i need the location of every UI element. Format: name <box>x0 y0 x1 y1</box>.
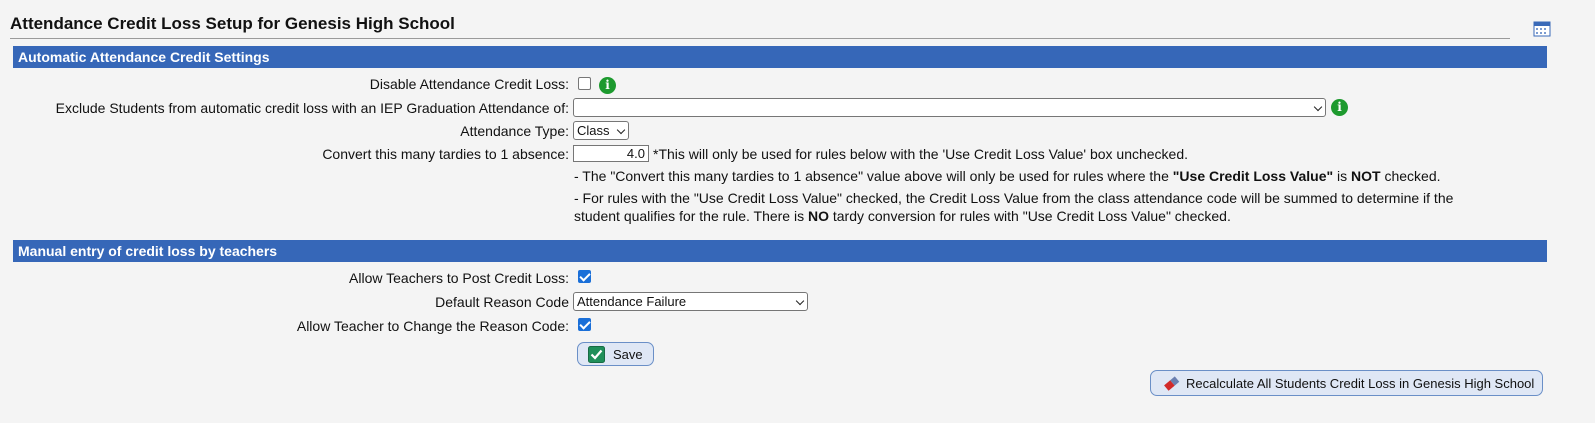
attendance-type-value: Class <box>577 123 610 138</box>
allow-post-checkbox[interactable] <box>578 270 591 283</box>
eraser-icon <box>1164 376 1180 391</box>
chevron-down-icon <box>616 125 626 135</box>
chevron-down-icon <box>795 296 805 306</box>
recalculate-button-label: Recalculate All Students Credit Loss in … <box>1186 376 1535 391</box>
default-reason-value: Attendance Failure <box>577 294 687 309</box>
note-tardy-conversion: - The "Convert this many tardies to 1 ab… <box>574 168 1441 184</box>
recalculate-button[interactable]: Recalculate All Students Credit Loss in … <box>1150 370 1543 396</box>
note-credit-loss-value-line2: student qualifies for the rule. There is… <box>574 208 1231 224</box>
info-icon[interactable]: i <box>599 77 616 94</box>
default-reason-label: Default Reason Code <box>435 294 569 310</box>
info-icon[interactable]: i <box>1331 99 1348 116</box>
save-button[interactable]: Save <box>577 342 654 366</box>
automatic-settings-header: Automatic Attendance Credit Settings <box>13 46 1547 68</box>
manual-entry-header: Manual entry of credit loss by teachers <box>13 240 1547 262</box>
tardies-note: *This will only be used for rules below … <box>653 146 1189 162</box>
attendance-type-label: Attendance Type: <box>460 123 569 139</box>
disable-credit-loss-label: Disable Attendance Credit Loss: <box>369 76 569 92</box>
attendance-type-select[interactable]: Class <box>573 121 629 140</box>
calendar-icon[interactable] <box>1533 20 1551 37</box>
exclude-iep-select[interactable] <box>573 98 1326 117</box>
title-divider <box>10 38 1510 39</box>
chevron-down-icon <box>1313 102 1323 112</box>
allow-change-checkbox[interactable] <box>578 318 591 331</box>
tardies-input[interactable]: 4.0 <box>573 145 649 162</box>
checkmark-icon <box>588 346 605 363</box>
default-reason-select[interactable]: Attendance Failure <box>573 292 808 311</box>
page-title: Attendance Credit Loss Setup for Genesis… <box>10 14 455 33</box>
exclude-iep-label: Exclude Students from automatic credit l… <box>55 100 569 116</box>
allow-change-label: Allow Teacher to Change the Reason Code: <box>296 318 569 334</box>
tardies-label: Convert this many tardies to 1 absence: <box>322 146 569 162</box>
disable-credit-loss-checkbox[interactable] <box>578 77 591 90</box>
allow-post-label: Allow Teachers to Post Credit Loss: <box>349 270 569 286</box>
save-button-label: Save <box>613 347 643 362</box>
note-credit-loss-value-line1: - For rules with the "Use Credit Loss Va… <box>574 190 1454 206</box>
